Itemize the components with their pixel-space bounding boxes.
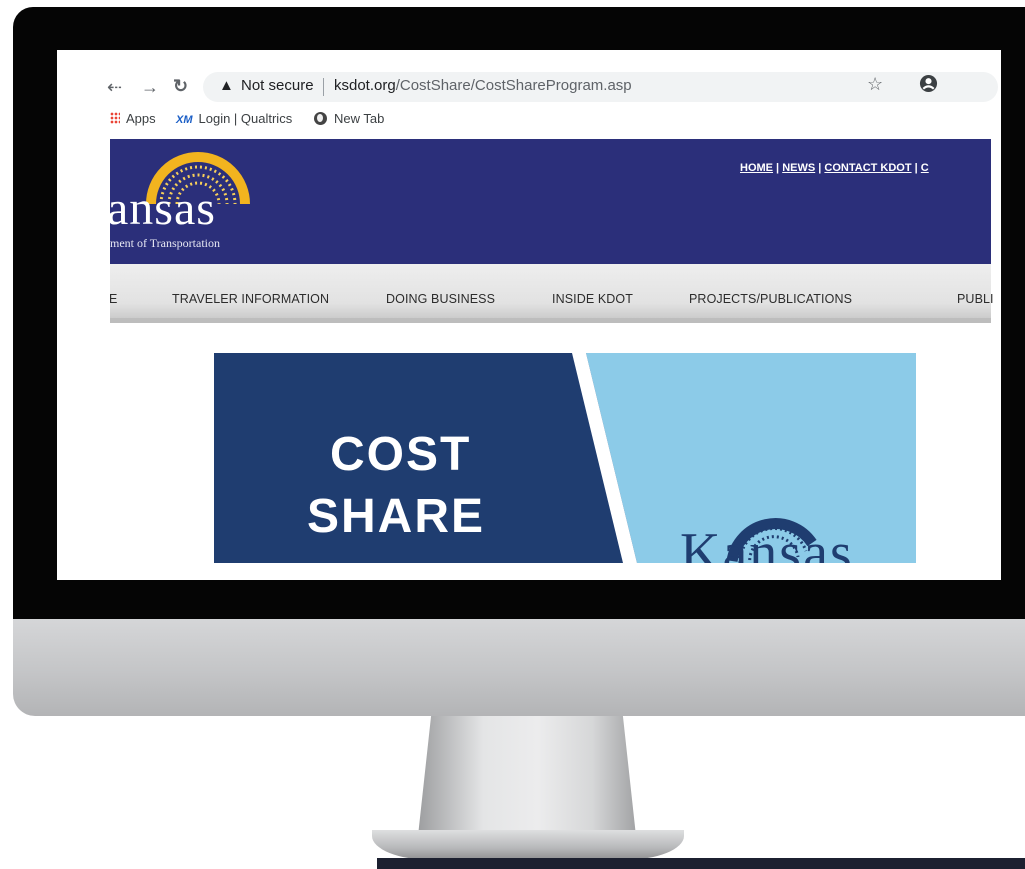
monitor-stand: [418, 716, 636, 836]
floor-strip: [377, 858, 1025, 869]
bookmark-qualtrics-label: Login | Qualtrics: [198, 111, 293, 126]
banner-title-line1: COST: [330, 428, 472, 481]
globe-icon: [314, 112, 327, 125]
monitor-chin: [13, 619, 1025, 716]
banner-title-line2: SHARE: [307, 490, 486, 543]
site-brand[interactable]: ansas: [107, 181, 216, 236]
qualtrics-icon: XM: [176, 114, 193, 126]
nav-item-public[interactable]: PUBLI: [957, 292, 994, 306]
utility-links: HOME | NEWS | CONTACT KDOT | C: [740, 162, 929, 174]
account-glyph: [919, 74, 938, 93]
nav-item-inside[interactable]: INSIDE KDOT: [552, 292, 633, 306]
main-nav: E TRAVELER INFORMATION DOING BUSINESS IN…: [109, 264, 994, 320]
monitor-screen: ⇠ → ↻ ▲ Not secure ksdot.org/CostShare/C…: [57, 50, 1001, 580]
nav-item-home[interactable]: E: [109, 292, 117, 306]
url-domain: ksdot.org: [334, 77, 396, 94]
util-link-news[interactable]: NEWS: [782, 162, 815, 174]
cost-share-banner: COST SHARE Kansas: [214, 353, 916, 563]
apps-icon: [110, 112, 120, 124]
star-icon[interactable]: ☆: [867, 74, 883, 95]
nav-item-projects[interactable]: PROJECTS/PUBLICATIONS: [689, 292, 852, 306]
site-subtitle: ment of Transportation: [110, 236, 220, 250]
back-arrow-icon[interactable]: ⇠: [107, 78, 122, 96]
forward-arrow-icon[interactable]: →: [141, 78, 159, 96]
bookmark-apps-label: Apps: [126, 111, 156, 126]
omnibox-divider: [323, 78, 324, 96]
bookmark-new-tab-label: New Tab: [334, 111, 385, 126]
url-text[interactable]: ksdot.org/CostShare/CostShareProgram.asp: [334, 77, 632, 94]
bookmark-qualtrics[interactable]: XM Login | Qualtrics: [176, 111, 292, 126]
monitor-stand-base: [372, 830, 684, 860]
reload-icon[interactable]: ↻: [173, 77, 188, 95]
bookmark-apps[interactable]: Apps: [110, 111, 156, 126]
url-path: /CostShare/CostShareProgram.asp: [395, 77, 632, 94]
util-link-more[interactable]: C: [921, 162, 929, 174]
bookmarks-bar: Apps XM Login | Qualtrics New Tab: [57, 108, 1001, 132]
util-link-home[interactable]: HOME: [740, 162, 773, 174]
util-link-contact[interactable]: CONTACT KDOT: [824, 162, 911, 174]
nav-item-traveler[interactable]: TRAVELER INFORMATION: [172, 292, 329, 306]
bookmark-new-tab[interactable]: New Tab: [314, 111, 384, 126]
nav-shadow: [110, 318, 991, 323]
account-icon[interactable]: [919, 74, 938, 98]
site-header: ansas ment of Transportation HOME | NEWS…: [107, 139, 991, 264]
banner-brand: Kansas: [680, 522, 854, 563]
security-label: Not secure: [241, 77, 314, 94]
nav-item-business[interactable]: DOING BUSINESS: [386, 292, 495, 306]
warning-icon: ▲: [219, 77, 234, 94]
